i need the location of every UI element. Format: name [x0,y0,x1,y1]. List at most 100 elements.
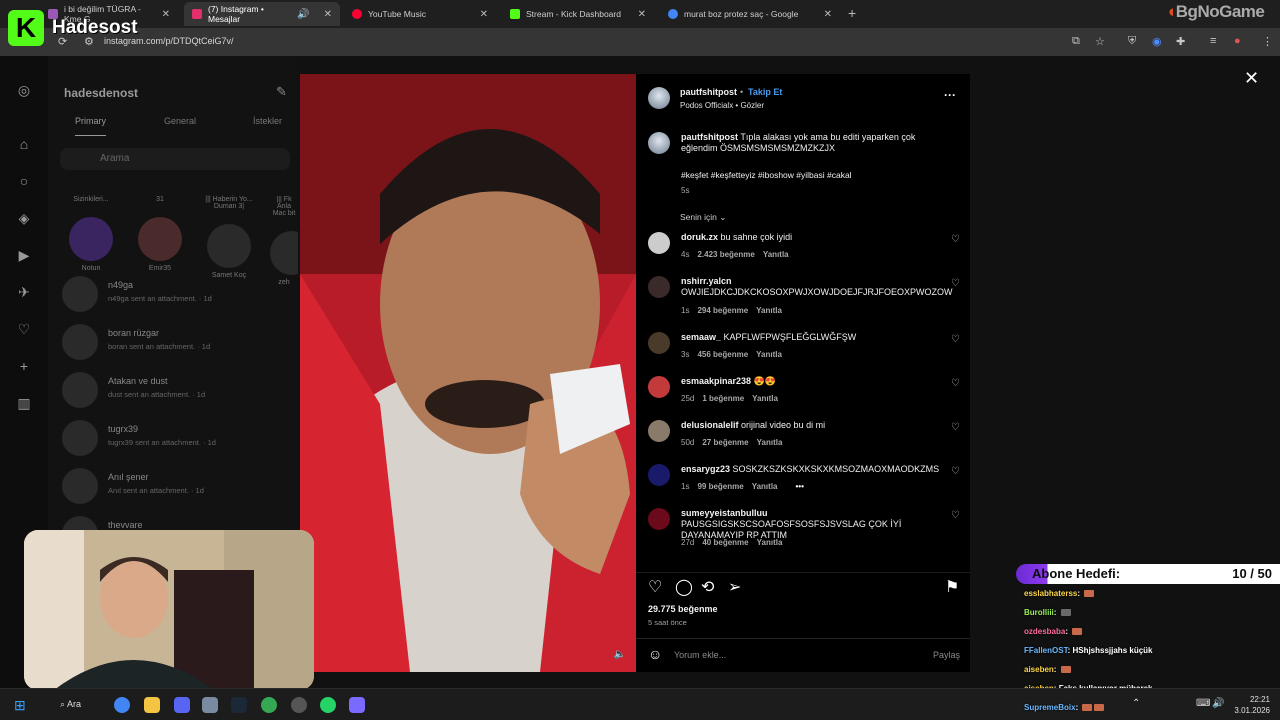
comment-likes[interactable]: 456 beğenme [697,350,748,359]
comment-username[interactable]: nshirr.yalcn [681,276,732,286]
comment-username[interactable]: ensarygz23 [681,464,730,474]
like-icon[interactable]: ♡ [648,577,662,597]
windows-start-icon[interactable]: ⊞ [14,697,26,714]
create-icon[interactable]: + [16,358,32,374]
author-avatar[interactable] [648,87,670,109]
comment-username[interactable]: esmaakpinar238 [681,376,751,386]
avatar[interactable] [648,332,670,354]
post-video[interactable]: 🔈 [300,74,636,672]
reply-button[interactable]: Yanıtla [752,482,778,491]
home-icon[interactable]: ⌂ [16,136,32,152]
reels-icon[interactable]: ▶ [16,247,32,263]
network-icon[interactable]: ⌨ [1196,698,1210,709]
avatar[interactable] [648,464,670,486]
more-icon[interactable]: ··· [944,88,956,102]
conversation-item[interactable]: boran rüzgar boran sent an attachment. ·… [62,320,292,364]
comment-likes[interactable]: 1 beğenme [702,394,744,403]
search-icon[interactable]: ○ [16,173,32,189]
tab-primary[interactable]: Primary [75,116,106,136]
chrome-icon[interactable] [114,697,130,713]
puzzle-icon[interactable]: ✚ [1176,35,1185,48]
volume-icon[interactable]: 🔊 [1212,698,1224,709]
app-icon[interactable] [349,697,365,713]
tab-1[interactable]: (7) Instagram • Mesajlar 🔊 ✕ [184,2,340,26]
author-username[interactable]: pautfshitpost [680,87,737,97]
comment-input[interactable]: Yorum ekle... [674,650,726,660]
share-button[interactable]: Paylaş [933,650,960,660]
like-comment-icon[interactable]: ♡ [951,278,960,289]
comment-icon[interactable]: ◯ [675,577,693,597]
comment-options-icon[interactable]: ••• [796,482,804,491]
search-input[interactable]: Arama [60,148,290,170]
note-item[interactable]: 31 Emir35 [135,196,185,272]
reply-button[interactable]: Yanıtla [763,250,789,259]
tab-3[interactable]: Stream - Kick Dashboard ✕ [502,2,654,26]
close-tab-icon[interactable]: ✕ [638,9,646,20]
shield-icon[interactable]: ⛨ [1128,35,1136,48]
discord-icon[interactable] [174,697,190,713]
like-comment-icon[interactable]: ♡ [951,510,960,521]
like-comment-icon[interactable]: ♡ [951,466,960,477]
media-control-icon[interactable]: ≡ [1210,35,1216,47]
tab-4[interactable]: murat boz protez saç - Google ✕ [660,2,840,26]
whatsapp-icon[interactable] [320,697,336,713]
tab-requests[interactable]: İstekler [253,116,282,126]
explore-icon[interactable]: ◈ [16,210,32,226]
conversation-item[interactable]: Anıl şener Anıl sent an attachment. · 1d [62,464,292,508]
author-avatar[interactable] [648,132,670,154]
close-tab-icon[interactable]: ✕ [824,9,832,20]
comment-likes[interactable]: 2.423 beğenme [697,250,754,259]
conversation-item[interactable]: Atakan ve dust dust sent an attachment. … [62,368,292,412]
note-item[interactable]: ||| Haberin Yo... Duman 3| Samet Koç [204,196,254,279]
comment-likes[interactable]: 40 beğenme [702,538,748,547]
app-icon[interactable] [291,697,307,713]
instagram-icon[interactable]: ◎ [16,82,32,98]
comment-likes[interactable]: 294 beğenme [697,306,748,315]
messages-icon[interactable]: ✈ [16,284,32,300]
conversation-item[interactable]: tugrx39 tugrx39 sent an attachment. · 1d [62,416,292,460]
install-app-icon[interactable]: ⧉ [1072,35,1080,48]
compose-icon[interactable]: ✎ [276,84,287,100]
speaker-icon[interactable]: 🔊 [297,9,309,20]
app-icon[interactable] [202,697,218,713]
close-tab-icon[interactable]: ✕ [162,9,170,20]
reply-button[interactable]: Yanıtla [757,438,783,447]
taskbar-search[interactable]: ⌕ Ara [60,699,81,710]
mute-icon[interactable]: 🔈 [614,649,626,660]
comment-username[interactable]: semaaw_ [681,332,721,342]
close-icon[interactable]: ✕ [1244,68,1259,89]
menu-icon[interactable]: ⋮ [1262,35,1273,48]
like-comment-icon[interactable]: ♡ [951,378,960,389]
profile-icon[interactable]: ● [1234,35,1241,47]
avatar[interactable] [648,376,670,398]
like-comment-icon[interactable]: ♡ [951,334,960,345]
avatar[interactable] [648,420,670,442]
avatar[interactable] [648,276,670,298]
like-comment-icon[interactable]: ♡ [951,234,960,245]
notifications-icon[interactable]: ♡ [16,321,32,337]
chrome-alt-icon[interactable] [261,697,277,713]
avatar[interactable] [648,508,670,530]
save-icon[interactable]: ⚑ [945,577,959,597]
comment-username[interactable]: sumeyyeistanbulluu [681,508,768,518]
dashboard-icon[interactable]: ▥ [16,395,32,411]
reply-button[interactable]: Yanıtla [752,394,778,403]
share-icon[interactable]: ➢ [728,577,741,597]
caption-username[interactable]: pautfshitpost [681,132,738,142]
comment-username[interactable]: doruk.zx [681,232,718,242]
file-explorer-icon[interactable] [144,697,160,713]
reply-button[interactable]: Yanıtla [756,306,782,315]
like-comment-icon[interactable]: ♡ [951,422,960,433]
bookmark-star-icon[interactable]: ☆ [1095,35,1105,48]
system-clock[interactable]: 22:21 3.01.2026 [1234,694,1270,716]
total-likes[interactable]: 29.775 beğenme [648,604,718,614]
comment-likes[interactable]: 99 beğenme [697,482,743,491]
emoji-icon[interactable]: ☺ [648,646,662,662]
extension-icon[interactable]: ◉ [1152,35,1162,48]
reply-button[interactable]: Yanıtla [756,350,782,359]
avatar[interactable] [648,232,670,254]
follow-button[interactable]: Takip Et [748,87,782,97]
comment-sort-dropdown[interactable]: Senin için ⌄ [680,212,726,223]
close-tab-icon[interactable]: ✕ [480,9,488,20]
comment-username[interactable]: delusionalelif [681,420,739,430]
